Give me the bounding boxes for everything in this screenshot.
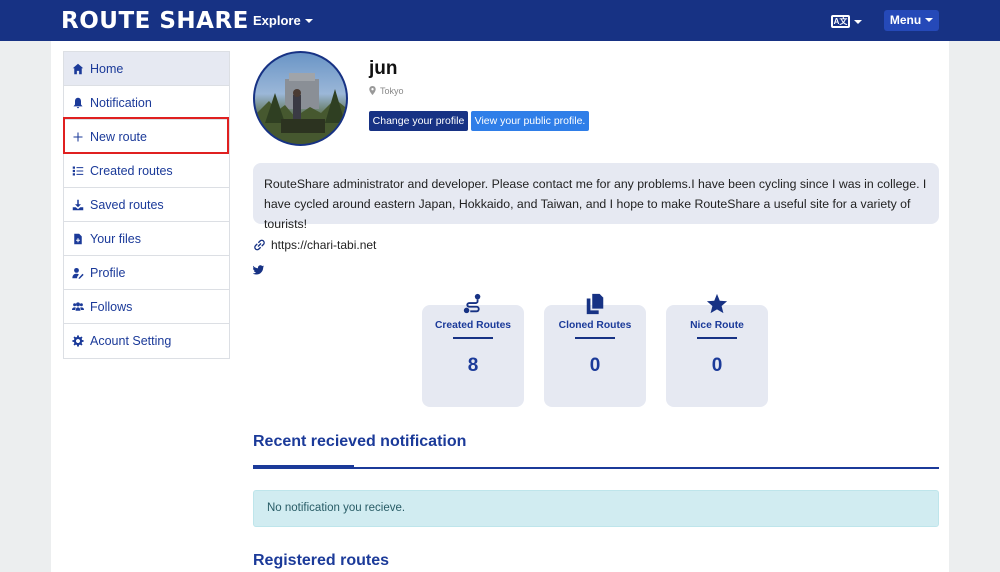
users-icon xyxy=(70,300,86,314)
sidebar-item-notification[interactable]: Notification xyxy=(64,86,229,120)
user-edit-icon xyxy=(70,266,86,280)
stat-card-created-routes[interactable]: Created Routes 8 xyxy=(422,293,524,407)
section-active-tab-indicator xyxy=(253,465,354,469)
sidebar-item-profile[interactable]: Profile xyxy=(64,256,229,290)
sidebar-item-label: Your files xyxy=(90,231,141,246)
stat-value: 0 xyxy=(711,355,723,376)
plus-icon xyxy=(70,130,86,144)
sidebar-item-label: Home xyxy=(90,61,124,76)
notifications-section-title: Recent recieved notification xyxy=(253,433,467,450)
stat-value: 0 xyxy=(589,355,601,376)
explore-label: Explore xyxy=(253,13,301,28)
star-icon xyxy=(666,293,768,320)
profile-bio: RouteShare administrator and developer. … xyxy=(253,163,939,231)
copy-icon xyxy=(544,293,646,320)
file-icon xyxy=(70,232,86,246)
sidebar-item-label: Profile xyxy=(90,265,126,280)
stat-label: Created Routes xyxy=(434,320,512,331)
website-link[interactable]: https://chari-tabi.net xyxy=(253,238,376,252)
sidebar-item-follows[interactable]: Follows xyxy=(64,290,229,324)
list-icon xyxy=(70,164,86,178)
chevron-down-icon xyxy=(925,18,934,22)
sidebar-item-saved-routes[interactable]: Saved routes xyxy=(64,188,229,222)
map-marker-icon xyxy=(369,86,376,95)
menu-button[interactable]: Menu xyxy=(884,10,939,31)
stat-label: Cloned Routes xyxy=(558,320,632,331)
route-icon xyxy=(422,293,524,320)
change-profile-button[interactable]: Change your profile xyxy=(369,111,468,131)
chevron-down-icon xyxy=(854,20,862,24)
brand-logo[interactable]: ROUTE SHARE xyxy=(61,7,249,35)
menu-label: Menu xyxy=(889,13,922,27)
stat-card-cloned-routes[interactable]: Cloned Routes 0 xyxy=(544,293,646,407)
stat-value: 8 xyxy=(467,355,479,376)
profile-location: Tokyo xyxy=(369,86,404,97)
sidebar-item-account-setting[interactable]: Acount Setting xyxy=(64,324,229,358)
view-public-profile-button[interactable]: View your public profile. xyxy=(471,111,589,131)
stat-card-nice-route[interactable]: Nice Route 0 xyxy=(666,293,768,407)
sidebar-item-label: Saved routes xyxy=(90,197,164,212)
stat-divider xyxy=(575,337,615,339)
avatar-photo xyxy=(255,73,346,144)
link-icon xyxy=(254,239,265,251)
sidebar-item-new-route[interactable]: New route xyxy=(64,120,229,154)
profile-username: jun xyxy=(369,58,398,79)
chevron-down-icon xyxy=(304,19,313,23)
top-navbar: ROUTE SHARE Explore A文 Menu xyxy=(0,0,1000,41)
language-dropdown[interactable]: A文 xyxy=(831,13,862,29)
stat-label: Nice Route xyxy=(690,320,744,331)
sidebar-item-label: Notification xyxy=(90,95,152,110)
translate-icon: A文 xyxy=(831,15,850,29)
sidebar-item-label: Acount Setting xyxy=(90,334,172,348)
sidebar-item-home[interactable]: Home xyxy=(64,52,229,86)
home-icon xyxy=(70,62,86,76)
sidebar-item-your-files[interactable]: Your files xyxy=(64,222,229,256)
twitter-icon xyxy=(252,265,264,275)
explore-dropdown[interactable]: Explore xyxy=(253,13,313,29)
section-divider xyxy=(253,467,939,469)
stat-divider xyxy=(453,337,493,339)
sidebar-item-created-routes[interactable]: Created routes xyxy=(64,154,229,188)
sidebar-item-label: New route xyxy=(90,129,147,144)
sidebar-item-label: Follows xyxy=(90,299,133,314)
stat-divider xyxy=(697,337,737,339)
avatar[interactable] xyxy=(253,51,348,146)
sidebar-nav: Home Notification New route Created rout… xyxy=(63,51,230,359)
twitter-link[interactable] xyxy=(252,262,264,275)
location-label: Tokyo xyxy=(380,86,404,96)
gear-icon xyxy=(70,334,86,348)
sidebar-item-label: Created routes xyxy=(90,163,173,178)
download-icon xyxy=(70,198,86,212)
no-notification-alert: No notification you recieve. xyxy=(253,490,939,527)
bell-icon xyxy=(70,96,86,110)
website-url: https://chari-tabi.net xyxy=(271,238,377,252)
registered-routes-section-title: Registered routes xyxy=(253,552,390,569)
